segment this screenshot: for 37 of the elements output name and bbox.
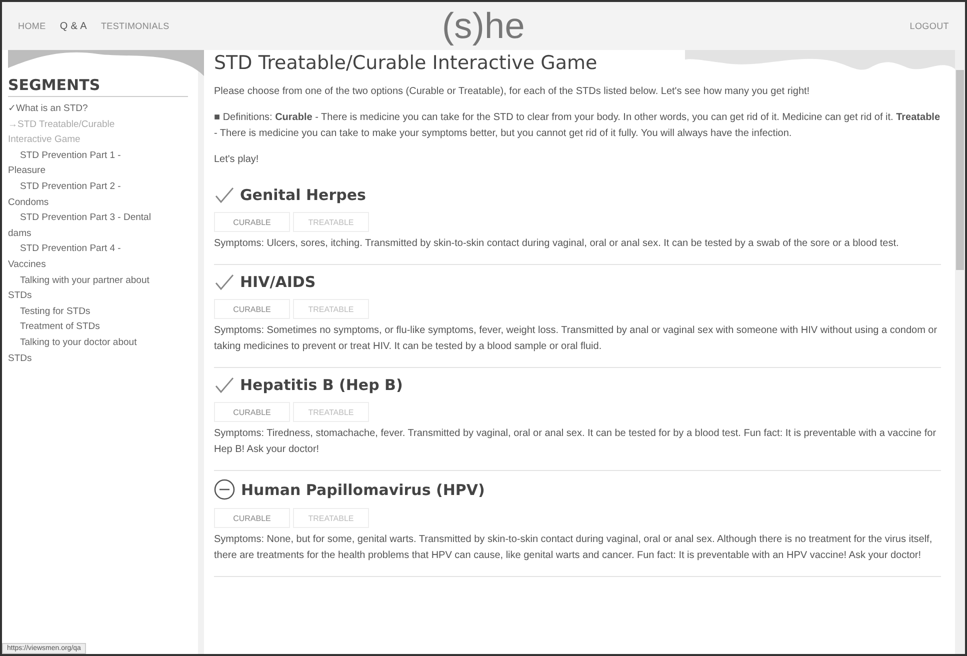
answer-button[interactable]: TREATABLE bbox=[293, 508, 369, 528]
segment-link[interactable]: Talking to your doctor about STDs bbox=[8, 334, 158, 366]
answer-button[interactable]: CURABLE bbox=[214, 212, 290, 232]
symptoms-text: Symptoms: None, but for some, genital warts. Transmitted by skin-to-skin contact during vaginal, oral or anal sex. Although there is no treatment for the virus itself, there are treatments for the health problems that HPV can cause, like genital warts and cancer. Fun fact: It is preventable with an HPV vaccine! Ask your doctor! bbox=[214, 533, 934, 563]
std-name: HIV/AIDS bbox=[240, 273, 316, 291]
page-title: STD Treatable/Curable Interactive Game bbox=[214, 52, 598, 74]
segment-link[interactable]: ✓What is an STD? bbox=[8, 101, 158, 117]
symptoms-text: Symptoms: Ulcers, sores, itching. Transmitted by skin-to-skin contact during vaginal, oral or anal sex. It can be tested by a swab of the sore or a blood test. bbox=[214, 237, 900, 251]
logout-link[interactable]: LOGOUT bbox=[910, 21, 949, 31]
segment-link[interactable]: Testing for STDs bbox=[8, 304, 158, 320]
segment-link[interactable]: STD Prevention Part 3 - Dental dams bbox=[8, 210, 158, 242]
segment-link[interactable]: STD Prevention Part 4 - Vaccines bbox=[8, 241, 158, 273]
segment-link[interactable]: Treatment of STDs bbox=[8, 319, 158, 335]
sidebar-title: SEGMENTS bbox=[8, 76, 188, 97]
segment-link[interactable]: →STD Treatable/Curable Interactive Game bbox=[8, 116, 158, 148]
definitions-text: ■ Definitions: Curable - There is medicine you can take for the STD to clear from your body. In other words, you can get rid of it. Medicine can get rid of it. Treatable - There is medicine you can take to make your symptoms better, but you cannot get rid of it fully. You will always have the infection. bbox=[214, 111, 941, 141]
std-name: Human Papillomavirus (HPV) bbox=[241, 480, 485, 498]
symptoms-text: Symptoms: Sometimes no symptoms, or flu-like symptoms, fever, weight loss. Transmitted by anal or vaginal sex with someone with HIV without using a condom or taking medicines to prevent or treat HIV. It can be tested by a blood sample or oral fluid. bbox=[214, 324, 938, 354]
answer-button[interactable]: CURABLE bbox=[214, 508, 290, 528]
std-name: Genital Herpes bbox=[240, 186, 366, 204]
answer-button[interactable]: TREATABLE bbox=[293, 212, 369, 232]
answer-button[interactable]: TREATABLE bbox=[293, 299, 369, 319]
nav-link[interactable]: Q & A bbox=[60, 20, 87, 32]
segment-link[interactable]: STD Prevention Part 2 - Condoms bbox=[8, 178, 158, 210]
symptoms-text: Symptoms: Tiredness, stomachache, fever. Transmitted by vaginal, oral or anal sex. It can be tested for by a blood test. Fun fact: It is preventable with a vaccine for Hep B! Ask your doctor! bbox=[214, 427, 938, 457]
answer-button[interactable]: CURABLE bbox=[214, 299, 290, 319]
segment-link[interactable]: STD Prevention Part 1 - Pleasure bbox=[8, 148, 158, 179]
segment-link[interactable]: Talking with your partner about STDs bbox=[8, 272, 158, 304]
intro-text: Please choose from one of the two options (Curable or Treatable), for each of the STDs listed below. Let's see how many you get right! bbox=[214, 85, 811, 99]
site-logo[interactable]: (s)he bbox=[442, 5, 526, 47]
nav-link[interactable]: HOME bbox=[18, 20, 46, 32]
lets-play-text: Let's play! bbox=[214, 153, 260, 167]
std-name: Hepatitis B (Hep B) bbox=[240, 376, 403, 394]
answer-button[interactable]: CURABLE bbox=[214, 402, 290, 422]
nav-link[interactable]: TESTIMONIALS bbox=[100, 20, 170, 32]
scrollbar[interactable] bbox=[955, 50, 965, 654]
answer-button[interactable]: TREATABLE bbox=[293, 402, 369, 422]
